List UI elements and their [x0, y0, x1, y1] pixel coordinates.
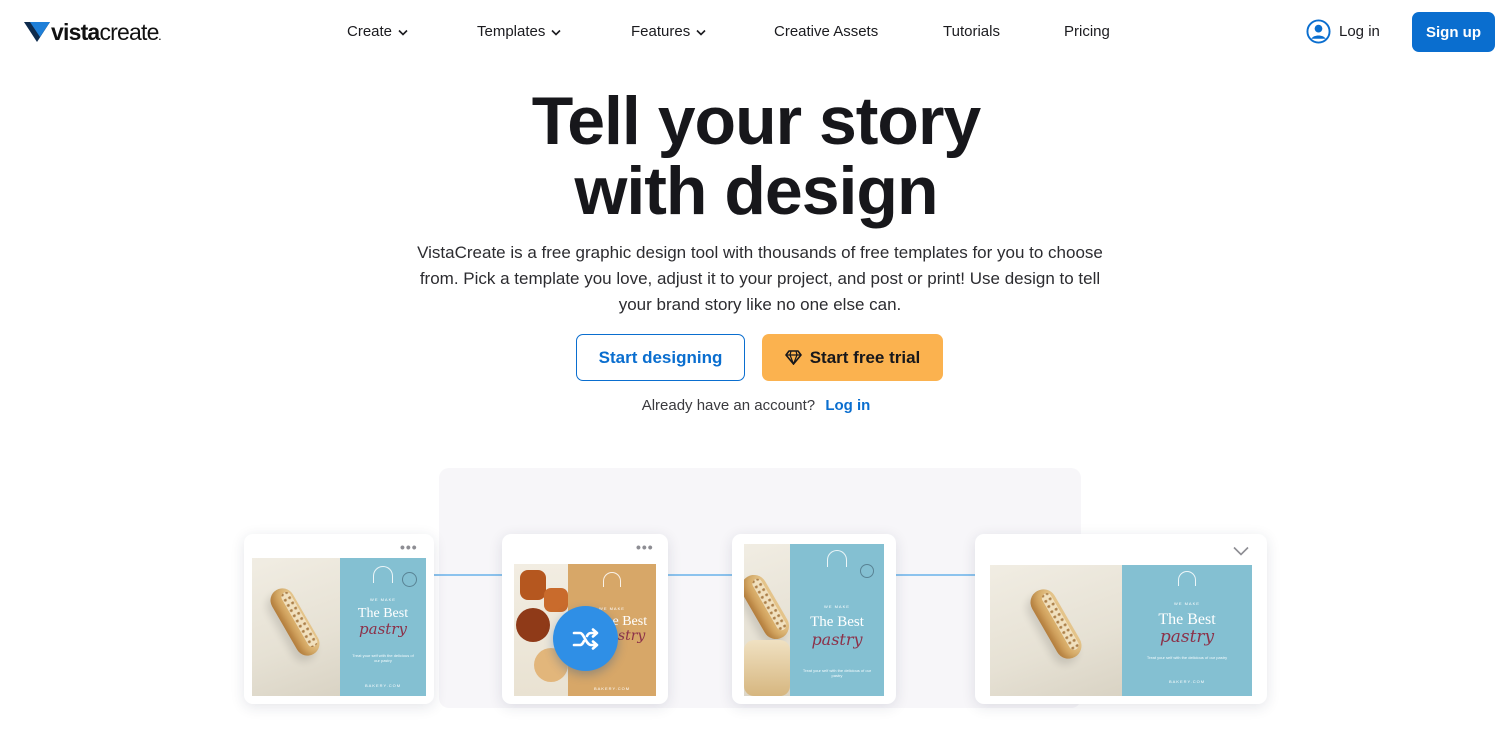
template-text-panel: WE MAKE The Best pastry Treat your self … — [790, 544, 884, 696]
more-dots-icon[interactable]: ••• — [400, 540, 418, 554]
nav-create[interactable]: Create — [347, 22, 408, 42]
nav-tutorials[interactable]: Tutorials — [943, 22, 1000, 42]
eclair-photo — [252, 558, 340, 696]
start-free-trial-button[interactable]: Start free trial — [762, 334, 943, 381]
eclair-photo — [990, 565, 1122, 696]
hero-title-line-1: Tell your story — [531, 83, 982, 159]
nav-pricing-label: Pricing — [1064, 23, 1110, 40]
nav-templates-label: Templates — [477, 23, 546, 40]
template-preview: WE MAKE The Best pastry Treat your self … — [252, 558, 426, 696]
top-navigation: vistacreate. Create Templates Features C… — [0, 0, 1512, 64]
template-card[interactable]: WE MAKE The Best pastry Treat your self … — [975, 534, 1267, 704]
nav-tutorials-label: Tutorials — [943, 23, 1000, 40]
login-label: Log in — [1339, 23, 1380, 40]
chevron-down-icon — [398, 29, 408, 36]
account-prompt-text: Already have an account? — [641, 397, 816, 414]
more-dots-icon[interactable]: ••• — [636, 540, 654, 554]
nav-features[interactable]: Features — [631, 22, 706, 42]
nav-creative-assets[interactable]: Creative Assets — [774, 22, 878, 42]
logo-mark-icon — [24, 22, 50, 42]
login-link[interactable]: Log in — [1306, 19, 1380, 44]
chevron-down-icon — [551, 29, 561, 36]
template-text-panel: WE MAKE The Best pastry Treat your self … — [1122, 565, 1252, 696]
chevron-down-icon — [696, 29, 706, 36]
chevron-down-icon[interactable] — [1233, 546, 1249, 556]
pastry-stack-photo — [744, 544, 794, 696]
shuffle-icon — [572, 627, 598, 650]
template-text-panel: WE MAKE The Best pastry Treat your self … — [340, 558, 426, 696]
start-designing-button[interactable]: Start designing — [576, 334, 745, 381]
nav-templates[interactable]: Templates — [477, 22, 561, 42]
start-free-trial-label: Start free trial — [809, 347, 921, 367]
sign-up-button[interactable]: Sign up — [1412, 12, 1495, 52]
nav-creative-assets-label: Creative Assets — [774, 23, 879, 40]
vistacreate-logo[interactable]: vistacreate. — [24, 18, 161, 45]
template-card[interactable]: WE MAKE The Best pastry Treat your self … — [732, 534, 896, 704]
diamond-icon — [784, 350, 802, 365]
connector-line — [430, 574, 510, 576]
user-circle-icon — [1306, 19, 1331, 44]
shuffle-button[interactable] — [553, 606, 618, 671]
template-card[interactable]: ••• WE MAKE The Best pastry Treat your s… — [244, 534, 434, 704]
connector-line — [660, 574, 740, 576]
account-prompt: Already have an account? Log in — [0, 397, 1512, 414]
hero-title-line-2: with design — [574, 153, 939, 229]
template-preview: WE MAKE The Best pastry Treat your self … — [744, 544, 884, 696]
hero-subtitle: VistaCreate is a free graphic design too… — [417, 243, 1103, 314]
hero-title: Tell your story with design — [356, 86, 1156, 226]
account-login-link[interactable]: Log in — [825, 397, 870, 414]
logo-wordmark: vistacreate. — [51, 18, 161, 45]
nav-pricing[interactable]: Pricing — [1064, 22, 1110, 42]
template-preview: WE MAKE The Best pastry Treat your self … — [990, 565, 1252, 696]
connector-line — [890, 574, 980, 576]
nav-features-label: Features — [631, 23, 691, 40]
nav-create-label: Create — [347, 23, 393, 40]
